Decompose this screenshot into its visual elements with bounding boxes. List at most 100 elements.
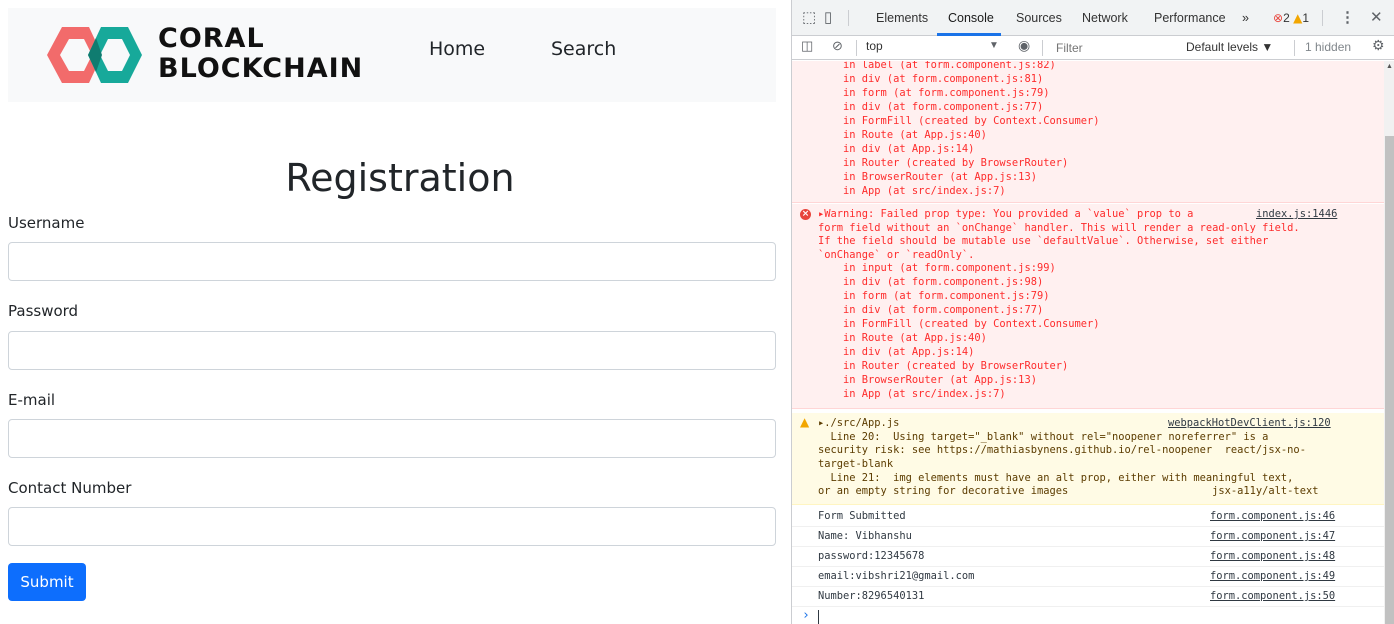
source-link[interactable]: form.component.js:47 — [1210, 530, 1335, 542]
stack-line: in BrowserRouter (at App.js:13) — [818, 171, 1037, 183]
brand-name[interactable]: CORAL BLOCKCHAIN — [158, 24, 363, 84]
registration-app: CORAL BLOCKCHAIN Home Search Registratio… — [0, 0, 790, 624]
stack-line: in div (at form.component.js:77) — [818, 304, 1044, 316]
toolbar-separator — [856, 40, 857, 56]
navbar: CORAL BLOCKCHAIN Home Search — [8, 8, 776, 102]
nav-link-search[interactable]: Search — [551, 38, 616, 60]
stack-line: in BrowserRouter (at App.js:13) — [818, 374, 1037, 386]
error-count: 2 — [1283, 11, 1290, 25]
scrollbar-thumb[interactable] — [1385, 136, 1394, 624]
stack-line: in Route (at App.js:40) — [818, 129, 987, 141]
chevron-down-icon[interactable]: ▼ — [989, 40, 999, 51]
source-link[interactable]: form.component.js:49 — [1210, 570, 1335, 582]
stack-line: in div (at App.js:14) — [818, 346, 975, 358]
warning-icon: ▲ — [800, 415, 810, 429]
tab-performance[interactable]: Performance — [1154, 11, 1226, 25]
password-label: Password — [8, 302, 79, 320]
error-text-line[interactable]: ▸Warning: Failed prop type: You provided… — [818, 208, 1193, 222]
console-prompt-icon: › — [802, 608, 810, 623]
tab-separator — [1322, 10, 1323, 26]
password-input[interactable] — [8, 331, 776, 370]
source-link[interactable]: webpackHotDevClient.js:120 — [1168, 417, 1331, 429]
source-link[interactable]: form.component.js:48 — [1210, 550, 1335, 562]
filter-input[interactable] — [1050, 38, 1180, 57]
error-circle-icon: ⊗ — [1273, 11, 1284, 25]
brand-line-1: CORAL — [158, 23, 265, 54]
source-link[interactable]: form.component.js:50 — [1210, 590, 1335, 602]
source-link[interactable]: index.js:1446 — [1256, 208, 1337, 220]
error-count-badge[interactable]: ⊗2 ▲1 — [1273, 11, 1309, 25]
console-warning-message: ▲ ▸./src/App.js webpackHotDevClient.js:1… — [792, 413, 1384, 505]
username-input[interactable] — [8, 242, 776, 281]
gear-icon[interactable]: ⚙ — [1372, 37, 1385, 54]
username-label: Username — [8, 214, 85, 232]
warning-text-line: target-blank — [818, 458, 894, 470]
stack-line: in FormFill (created by Context.Consumer… — [818, 318, 1100, 330]
stack-line: in div (at App.js:14) — [818, 143, 975, 155]
source-link[interactable]: form.component.js:46 — [1210, 510, 1335, 522]
context-select[interactable]: top — [866, 39, 883, 53]
toolbar-separator — [1294, 40, 1295, 56]
error-text-line: `onChange` or `readOnly`. — [818, 249, 975, 261]
hidden-count: 1 hidden — [1305, 40, 1352, 54]
stack-line: in Router (created by BrowserRouter) — [818, 360, 1069, 372]
brand-line-2: BLOCKCHAIN — [158, 53, 364, 84]
warning-text-line: or an empty string for decorative images… — [818, 485, 1319, 497]
console-toolbar: ◫ ⊘ top ▼ ◉ Default levels ▼ 1 hidden ⚙ — [792, 36, 1394, 60]
clear-console-icon[interactable]: ⊘ — [832, 38, 843, 54]
console-log-message: Form Submitted form.component.js:46 — [792, 507, 1384, 527]
log-text: Name: Vibhanshu — [818, 530, 912, 542]
console-error-message: × ▸Warning: Failed prop type: You provid… — [792, 204, 1384, 409]
console-scrollbar[interactable]: ▲ — [1384, 61, 1394, 624]
stack-line: in FormFill (created by Context.Consumer… — [818, 115, 1100, 127]
close-icon[interactable]: ✕ — [1370, 8, 1383, 26]
error-text-line: form field without an `onChange` handler… — [818, 222, 1300, 234]
stack-line: in App (at src/index.js:7) — [818, 185, 1006, 197]
email-label: E-mail — [8, 391, 56, 409]
log-text: password:12345678 — [818, 550, 925, 562]
log-text: Number:8296540131 — [818, 590, 925, 602]
sidebar-toggle-icon[interactable]: ◫ — [801, 38, 813, 54]
eye-icon[interactable]: ◉ — [1018, 37, 1030, 54]
toolbar-separator — [1042, 40, 1043, 56]
console-log-message: password:12345678 form.component.js:48 — [792, 547, 1384, 567]
stack-line: in label (at form.component.js:82) — [818, 61, 1056, 71]
contact-number-label: Contact Number — [8, 479, 132, 497]
scroll-up-icon[interactable]: ▲ — [1386, 63, 1393, 70]
warning-triangle-icon: ▲ — [1293, 11, 1303, 25]
warning-text-line[interactable]: ▸./src/App.js — [818, 417, 899, 431]
warning-text-line: security risk: see https://mathiasbynens… — [818, 444, 1306, 456]
tab-separator — [848, 10, 849, 26]
stack-line: in div (at form.component.js:98) — [818, 276, 1044, 288]
coral-blockchain-logo-icon[interactable] — [44, 22, 144, 88]
submit-button[interactable]: Submit — [8, 563, 86, 601]
warning-count: 1 — [1302, 11, 1310, 25]
warning-text-line: Line 20: Using target="_blank" without r… — [818, 431, 1269, 443]
stack-line: in input (at form.component.js:99) — [818, 262, 1056, 274]
stack-line: in form (at form.component.js:79) — [818, 87, 1050, 99]
stack-line: in form (at form.component.js:79) — [818, 290, 1050, 302]
console-input[interactable] — [818, 610, 819, 624]
tab-network[interactable]: Network — [1082, 11, 1128, 25]
log-text: Form Submitted — [818, 510, 906, 522]
error-icon: × — [800, 209, 811, 220]
page-title: Registration — [285, 156, 515, 200]
more-tabs-button[interactable]: » — [1242, 11, 1249, 25]
tab-sources[interactable]: Sources — [1016, 11, 1062, 25]
error-text-line: If the field should be mutable use `defa… — [818, 235, 1269, 247]
stack-line: in App (at src/index.js:7) — [818, 388, 1006, 400]
devtools-tab-bar: ⬚ ▯ Elements Console Sources Network Per… — [792, 0, 1394, 36]
console-error-message: in label (at form.component.js:82) in di… — [792, 61, 1384, 203]
default-levels-dropdown[interactable]: Default levels ▼ — [1186, 40, 1273, 54]
tab-elements[interactable]: Elements — [876, 11, 928, 25]
stack-line: in div (at form.component.js:77) — [818, 101, 1044, 113]
device-toolbar-icon[interactable]: ▯ — [824, 8, 832, 26]
contact-number-input[interactable] — [8, 507, 776, 546]
inspect-element-icon[interactable]: ⬚ — [802, 8, 816, 26]
email-input[interactable] — [8, 419, 776, 458]
console-log-message: email:vibshri21@gmail.com form.component… — [792, 567, 1384, 587]
nav-link-home[interactable]: Home — [429, 38, 485, 60]
kebab-menu-icon[interactable]: ⋮ — [1340, 8, 1355, 26]
tab-console[interactable]: Console — [948, 11, 994, 25]
console-log-message: Number:8296540131 form.component.js:50 — [792, 587, 1384, 607]
